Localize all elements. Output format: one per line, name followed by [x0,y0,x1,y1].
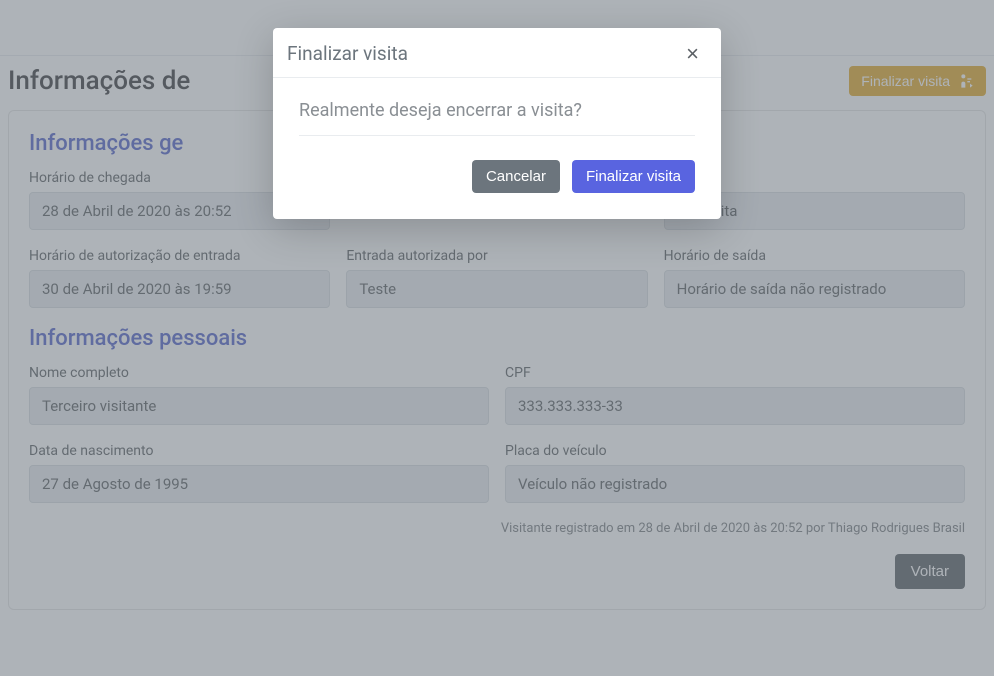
modal-title: Finalizar visita [287,42,408,65]
confirm-finish-button[interactable]: Finalizar visita [572,160,695,193]
modal-close-button[interactable]: × [682,43,703,65]
cancel-button[interactable]: Cancelar [472,160,560,193]
modal-question-text: Realmente deseja encerrar a visita? [299,100,695,136]
close-icon: × [686,41,699,66]
modal-backdrop[interactable]: Finalizar visita × Realmente deseja ence… [0,0,994,676]
finish-visit-modal: Finalizar visita × Realmente deseja ence… [273,28,721,219]
